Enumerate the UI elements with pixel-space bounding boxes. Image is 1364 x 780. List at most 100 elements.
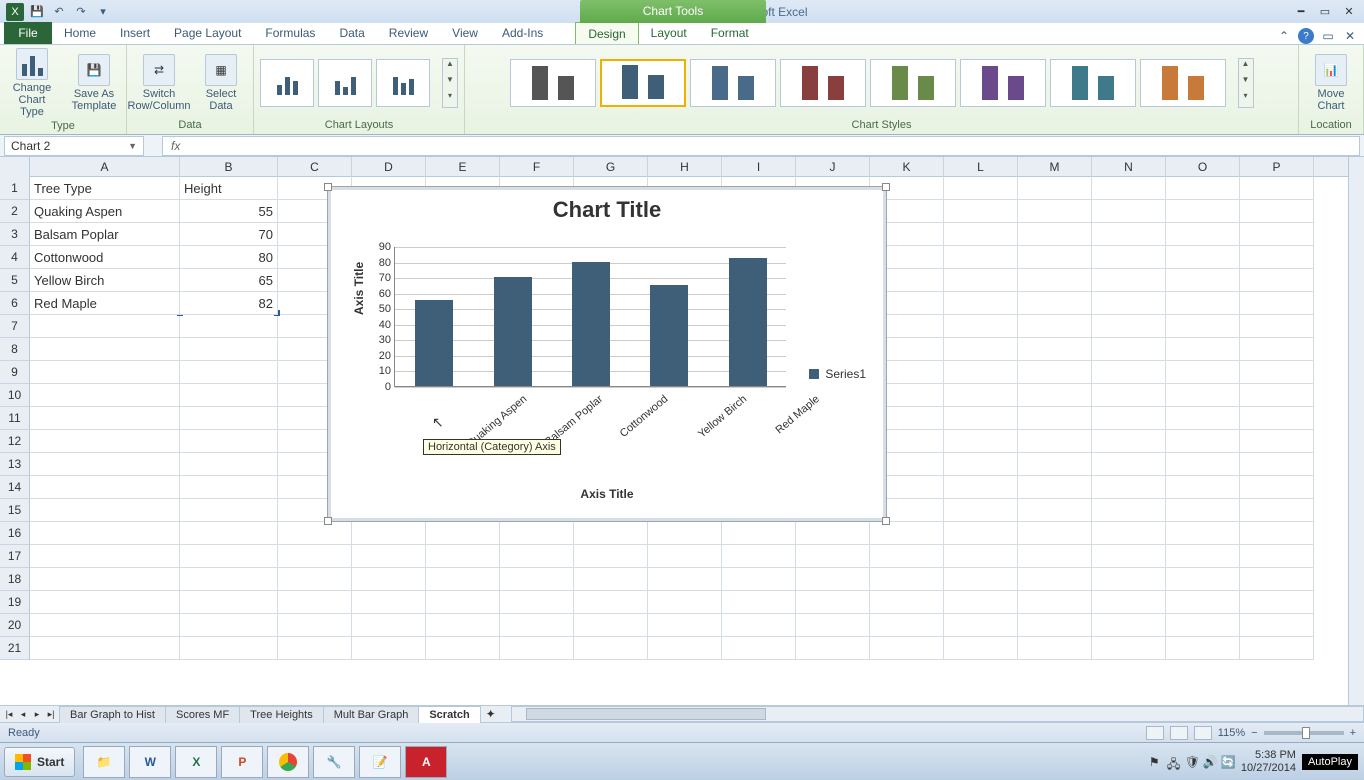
cell[interactable] — [278, 545, 352, 568]
chart-layout-1[interactable] — [260, 59, 314, 107]
cell[interactable] — [30, 568, 180, 591]
cell[interactable] — [648, 591, 722, 614]
cell[interactable] — [1240, 522, 1314, 545]
cell[interactable] — [574, 591, 648, 614]
row-header-21[interactable]: 21 — [0, 637, 29, 660]
cell[interactable] — [1018, 568, 1092, 591]
cell[interactable] — [944, 361, 1018, 384]
cell[interactable] — [870, 614, 944, 637]
cell[interactable] — [944, 407, 1018, 430]
cell[interactable] — [722, 614, 796, 637]
cell[interactable] — [180, 430, 278, 453]
cell[interactable] — [1166, 269, 1240, 292]
row-header-3[interactable]: 3 — [0, 223, 29, 246]
select-data-button[interactable]: ▦ Select Data — [195, 54, 247, 112]
minimize-ribbon-icon[interactable]: ⌃ — [1276, 28, 1292, 44]
sheet-tab-mult-bar-graph[interactable]: Mult Bar Graph — [323, 706, 420, 723]
save-icon[interactable]: 💾 — [28, 3, 46, 21]
sheet-tab-scratch[interactable]: Scratch — [418, 706, 480, 723]
taskbar-chrome[interactable] — [267, 746, 309, 778]
chart-style-6[interactable] — [960, 59, 1046, 107]
cell[interactable] — [180, 453, 278, 476]
cell[interactable] — [944, 476, 1018, 499]
column-header-a[interactable]: A — [30, 157, 180, 177]
sheet-tab-scores-mf[interactable]: Scores MF — [165, 706, 240, 723]
cell[interactable] — [30, 384, 180, 407]
cell[interactable] — [1092, 568, 1166, 591]
cell[interactable] — [1240, 384, 1314, 407]
cell[interactable] — [1240, 453, 1314, 476]
excel-icon[interactable]: X — [6, 3, 24, 21]
cell[interactable] — [1092, 545, 1166, 568]
embedded-chart[interactable]: Chart Title Axis Title 01020304050607080… — [327, 186, 887, 522]
taskbar-powerpoint[interactable]: P — [221, 746, 263, 778]
cell[interactable] — [180, 476, 278, 499]
tab-design[interactable]: Design — [575, 22, 638, 44]
cell[interactable] — [1092, 384, 1166, 407]
chart-style-8[interactable] — [1140, 59, 1226, 107]
cell[interactable] — [30, 499, 180, 522]
cell[interactable] — [1018, 177, 1092, 200]
tab-home[interactable]: Home — [52, 22, 108, 44]
vertical-scrollbar[interactable] — [1348, 157, 1364, 705]
cell[interactable] — [944, 338, 1018, 361]
cell[interactable] — [180, 545, 278, 568]
cell[interactable] — [352, 545, 426, 568]
cell[interactable] — [1018, 338, 1092, 361]
cell[interactable] — [1018, 637, 1092, 660]
column-header-h[interactable]: H — [648, 157, 722, 177]
layouts-more-icon[interactable]: ▾ — [443, 91, 457, 107]
cell[interactable] — [1092, 292, 1166, 315]
cell[interactable] — [870, 545, 944, 568]
zoom-in-button[interactable]: + — [1350, 727, 1356, 739]
cell[interactable] — [1166, 614, 1240, 637]
tab-page-layout[interactable]: Page Layout — [162, 22, 253, 44]
cell[interactable] — [500, 637, 574, 660]
cell[interactable] — [1092, 269, 1166, 292]
worksheet-grid[interactable]: ABCDEFGHIJKLMNOP 12345678910111213141516… — [0, 157, 1364, 705]
cell[interactable] — [278, 591, 352, 614]
taskbar-word[interactable]: W — [129, 746, 171, 778]
cell[interactable] — [796, 637, 870, 660]
cell[interactable] — [574, 614, 648, 637]
undo-icon[interactable]: ↶ — [50, 3, 68, 21]
chart-style-1[interactable] — [510, 59, 596, 107]
cell[interactable] — [1166, 407, 1240, 430]
column-header-m[interactable]: M — [1018, 157, 1092, 177]
styles-scroll-up-icon[interactable]: ▲ — [1239, 59, 1253, 75]
cell[interactable] — [1092, 522, 1166, 545]
cell[interactable] — [944, 315, 1018, 338]
taskbar-explorer[interactable]: 📁 — [83, 746, 125, 778]
cell[interactable] — [1092, 338, 1166, 361]
cell[interactable] — [944, 545, 1018, 568]
cell[interactable] — [1240, 338, 1314, 361]
taskbar-app-1[interactable]: 🔧 — [313, 746, 355, 778]
row-header-6[interactable]: 6 — [0, 292, 29, 315]
chart-legend[interactable]: Series1 — [809, 367, 866, 381]
tray-flag-icon[interactable]: ⚑ — [1149, 755, 1163, 769]
change-chart-type-button[interactable]: Change Chart Type — [6, 48, 58, 118]
cell[interactable] — [352, 614, 426, 637]
chart-resize-handle[interactable] — [324, 517, 332, 525]
cell[interactable] — [500, 522, 574, 545]
select-all-button[interactable] — [0, 157, 30, 177]
layouts-scroll-down-icon[interactable]: ▼ — [443, 75, 457, 91]
qat-customize-icon[interactable]: ▾ — [94, 3, 112, 21]
cell[interactable] — [278, 614, 352, 637]
row-header-1[interactable]: 1 — [0, 177, 29, 200]
cell[interactable] — [352, 522, 426, 545]
taskbar-acrobat[interactable]: A — [405, 746, 447, 778]
layouts-scroll-up-icon[interactable]: ▲ — [443, 59, 457, 75]
cell[interactable] — [1018, 200, 1092, 223]
cell[interactable] — [180, 361, 278, 384]
cell[interactable] — [30, 430, 180, 453]
cell[interactable] — [1092, 315, 1166, 338]
cell[interactable] — [1018, 361, 1092, 384]
sheet-nav-prev-icon[interactable]: ◂ — [16, 709, 30, 720]
column-header-k[interactable]: K — [870, 157, 944, 177]
cell[interactable] — [1166, 223, 1240, 246]
cell[interactable] — [1166, 384, 1240, 407]
cell[interactable] — [1018, 591, 1092, 614]
help-icon[interactable]: ? — [1298, 28, 1314, 44]
sheet-nav-first-icon[interactable]: |◂ — [2, 709, 16, 720]
